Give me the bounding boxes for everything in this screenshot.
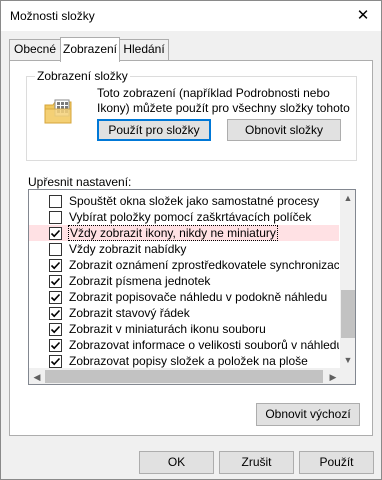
setting-checkbox[interactable]	[49, 227, 62, 240]
checkmark-icon	[50, 309, 61, 318]
reset-folders-button[interactable]: Obnovit složky	[227, 119, 341, 141]
folder-views-legend: Zobrazení složky	[35, 69, 130, 83]
setting-row[interactable]: Zobrazovat popisy složek a položek na pl…	[29, 353, 339, 369]
setting-label: Spouštět okna složek jako samostatné pro…	[69, 194, 320, 208]
setting-row[interactable]: Zobrazit v miniaturách ikonu souboru	[29, 321, 339, 337]
setting-checkbox[interactable]	[49, 307, 62, 320]
tab-search[interactable]: Hledání	[119, 39, 169, 60]
window-title: Možnosti složky	[10, 9, 95, 23]
setting-row[interactable]: Vždy zobrazit ikony, nikdy ne miniatury	[29, 225, 339, 241]
checkmark-icon	[50, 357, 61, 366]
setting-checkbox[interactable]	[49, 211, 62, 224]
folder-icon	[44, 99, 72, 124]
setting-row[interactable]: Zobrazit písmena jednotek	[29, 273, 339, 289]
tab-general[interactable]: Obecné	[9, 39, 61, 60]
scroll-right-icon[interactable]: ▶	[325, 369, 341, 384]
setting-label: Vybírat položky pomocí zaškrtávacích pol…	[69, 210, 312, 224]
checkmark-icon	[50, 293, 61, 302]
checkmark-icon	[50, 325, 61, 334]
setting-label: Zobrazit popisovače náhledu v podokně ná…	[69, 290, 328, 304]
setting-checkbox[interactable]	[49, 259, 62, 272]
setting-label: Zobrazit oznámení zprostředkovatele sync…	[69, 258, 339, 272]
setting-checkbox[interactable]	[49, 195, 62, 208]
setting-checkbox[interactable]	[49, 243, 62, 256]
advanced-settings-list[interactable]: Spouštět okna složek jako samostatné pro…	[28, 189, 356, 385]
horizontal-scroll-thumb[interactable]	[45, 370, 323, 383]
scroll-down-icon[interactable]: ▼	[340, 352, 355, 368]
checkmark-icon	[50, 341, 61, 350]
vertical-scroll-thumb[interactable]	[341, 290, 355, 338]
apply-to-folders-button[interactable]: Použít pro složky	[97, 119, 211, 141]
setting-checkbox[interactable]	[49, 355, 62, 368]
setting-row[interactable]: Spouštět okna složek jako samostatné pro…	[29, 193, 339, 209]
cancel-button[interactable]: Zrušit	[219, 451, 294, 474]
apply-button[interactable]: Použít	[299, 451, 374, 474]
setting-checkbox[interactable]	[49, 339, 62, 352]
setting-row[interactable]: Zobrazit oznámení zprostředkovatele sync…	[29, 257, 339, 273]
setting-label: Zobrazovat popisy složek a položek na pl…	[69, 354, 308, 368]
setting-checkbox[interactable]	[49, 291, 62, 304]
close-icon[interactable]: ✕	[352, 6, 374, 26]
setting-row[interactable]: Zobrazovat informace o velikosti souborů…	[29, 337, 339, 353]
setting-checkbox[interactable]	[49, 323, 62, 336]
tab-view[interactable]: Zobrazení	[60, 37, 120, 62]
setting-row[interactable]: Zobrazit popisovače náhledu v podokně ná…	[29, 289, 339, 305]
horizontal-scrollbar[interactable]: ◀ ▶	[29, 368, 355, 384]
setting-label: Vždy zobrazit nabídky	[69, 242, 187, 256]
checkmark-icon	[50, 277, 61, 286]
setting-label: Zobrazit v miniaturách ikonu souboru	[69, 322, 266, 336]
setting-row[interactable]: Vybírat položky pomocí zaškrtávacích pol…	[29, 209, 339, 225]
vertical-scrollbar[interactable]: ▲ ▼	[340, 190, 355, 368]
advanced-settings-label: Upřesnit nastavení:	[28, 175, 132, 189]
checkmark-icon	[50, 229, 61, 238]
setting-row[interactable]: Vždy zobrazit nabídky	[29, 241, 339, 257]
scroll-left-icon[interactable]: ◀	[29, 369, 45, 384]
setting-label: Zobrazovat informace o velikosti souborů…	[69, 338, 339, 352]
setting-checkbox[interactable]	[49, 275, 62, 288]
setting-row[interactable]: Zobrazit stavový řádek	[29, 305, 339, 321]
scroll-up-icon[interactable]: ▲	[340, 190, 355, 206]
setting-label: Zobrazit písmena jednotek	[69, 274, 211, 288]
title-bar: Možnosti složky ✕	[1, 1, 381, 31]
setting-label: Zobrazit stavový řádek	[69, 306, 190, 320]
restore-defaults-button[interactable]: Obnovit výchozí	[256, 403, 360, 426]
checkmark-icon	[50, 261, 61, 270]
folder-options-dialog: Možnosti složky ✕ Obecné Zobrazení Hledá…	[0, 0, 382, 480]
setting-label: Vždy zobrazit ikony, nikdy ne miniatury	[68, 225, 278, 241]
ok-button[interactable]: OK	[139, 451, 214, 474]
